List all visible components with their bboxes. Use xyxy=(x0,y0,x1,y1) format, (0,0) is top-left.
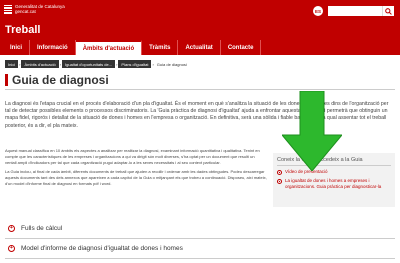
body-paragraph: Aquest manual classifica en 10 àmbits el… xyxy=(5,148,260,165)
search-button[interactable] xyxy=(382,6,394,16)
breadcrumb-item[interactable]: Àmbits d'actuació xyxy=(21,60,59,68)
plus-icon: + xyxy=(8,225,15,232)
nav-item-inici[interactable]: Inici xyxy=(3,40,31,55)
nav-item-tramits[interactable]: Tràmits xyxy=(142,40,179,55)
search-icon xyxy=(385,7,392,15)
body-text: Aquest manual classifica en 10 àmbits el… xyxy=(5,148,267,190)
site-header: Treball xyxy=(0,22,400,40)
breadcrumb-item[interactable]: Plans d'igualtat xyxy=(118,60,152,68)
breadcrumb-separator: › xyxy=(19,61,21,67)
breadcrumb-item[interactable]: Inici xyxy=(5,60,19,68)
nav-item-informacio[interactable]: Informació xyxy=(30,40,76,55)
accordion-label[interactable]: Fulls de càlcul xyxy=(21,225,62,232)
breadcrumb-item[interactable]: Igualtat d'oportunitats de... xyxy=(62,60,116,68)
gencat-logo[interactable]: Generalitat de Catalunya gencat.cat xyxy=(4,4,65,14)
accordion: + Fulls de càlcul + Model d'informe de d… xyxy=(5,219,395,259)
link-icon xyxy=(277,179,282,184)
gencat-logo-icon xyxy=(4,4,12,14)
nav-item-actualitat[interactable]: Actualitat xyxy=(178,40,221,55)
breadcrumb-separator: › xyxy=(152,61,154,67)
nav-item-contacte[interactable]: Contacte xyxy=(221,40,262,55)
breadcrumb-current: Guia de diagnosi xyxy=(156,61,187,67)
page-title: Guia de diagnosi xyxy=(12,72,109,87)
accordion-item-model-informe[interactable]: + Model d'informe de diagnosi d'igualtat… xyxy=(5,239,395,259)
sidebar-link-guide[interactable]: La igualtat de dones i homes a empreses … xyxy=(277,178,391,189)
breadcrumb-separator: › xyxy=(116,61,118,67)
gencat-topbar: Generalitat de Catalunya gencat.cat ES xyxy=(0,0,400,22)
title-accent-bar xyxy=(5,73,8,86)
search-input[interactable] xyxy=(328,6,382,16)
plus-icon: + xyxy=(8,245,15,252)
org-domain: gencat.cat xyxy=(15,9,36,14)
sidebar-link-label[interactable]: La igualtat de dones i homes a empreses … xyxy=(285,178,391,189)
main-nav: Inici Informació Àmbits d'actuació Tràmi… xyxy=(0,40,400,55)
breadcrumb: Inici › Àmbits d'actuació › Igualtat d'o… xyxy=(5,60,189,68)
accordion-item-fulls-calcul[interactable]: + Fulls de càlcul xyxy=(5,219,395,239)
accordion-label[interactable]: Model d'informe de diagnosi d'igualtat d… xyxy=(21,245,183,252)
body-paragraph: La Guia inclou, al final de cada àmbit, … xyxy=(5,169,267,186)
page-title-container: Guia de diagnosi xyxy=(5,70,395,90)
down-arrow-annotation-icon xyxy=(282,91,342,171)
language-button[interactable]: ES xyxy=(313,6,323,16)
breadcrumb-separator: › xyxy=(59,61,62,67)
site-title[interactable]: Treball xyxy=(5,24,40,36)
nav-item-ambits[interactable]: Àmbits d'actuació xyxy=(75,40,143,55)
